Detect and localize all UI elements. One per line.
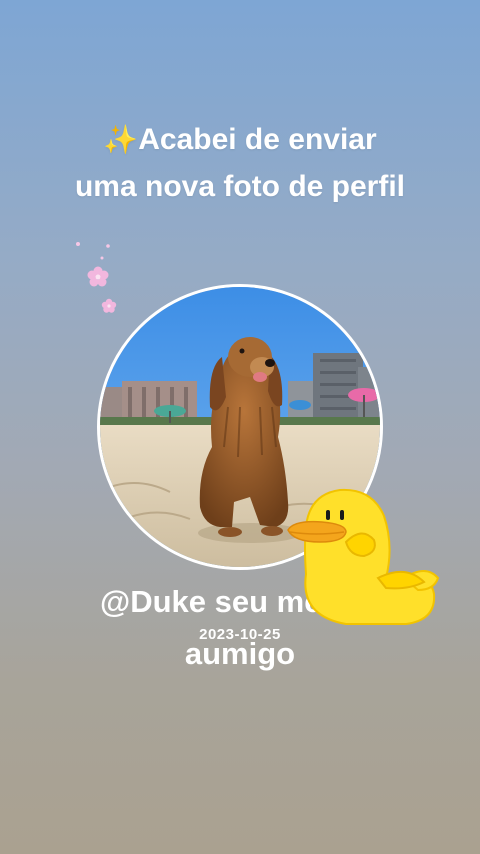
headline-line-1: ✨Acabei de enviar bbox=[103, 123, 377, 156]
sparkle-dot bbox=[106, 244, 110, 248]
headline-line-2: uma nova foto de perfil bbox=[74, 170, 406, 203]
flower-icon bbox=[87, 266, 109, 287]
yellow-duck-sticker[interactable] bbox=[286, 486, 442, 628]
flower-sparkles-icon bbox=[76, 242, 117, 313]
headline: ✨Acabei de enviar uma nova foto de perfi… bbox=[0, 116, 480, 210]
date-stamp: 2023-10-25 bbox=[199, 626, 281, 643]
sparkle-dot bbox=[76, 242, 80, 246]
sparkle-dot bbox=[100, 256, 104, 260]
sparkles-icon: ✨ bbox=[103, 124, 139, 155]
flower-icon bbox=[101, 298, 117, 313]
